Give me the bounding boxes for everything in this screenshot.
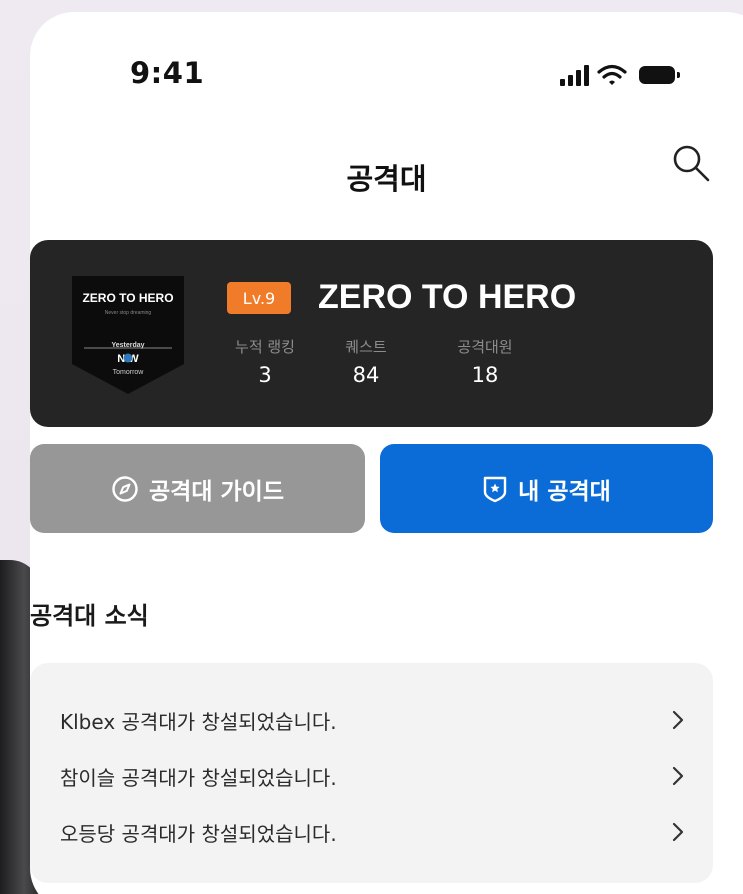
my-squad-label: 내 공격대 xyxy=(518,478,611,505)
emblem-line3: Tomorrow xyxy=(113,369,145,376)
emblem-title: ZERO TO HERO xyxy=(82,291,173,305)
page-title: 공격대 xyxy=(346,162,427,196)
stat-quest: 퀘스트 84 xyxy=(334,336,398,387)
chevron-right-icon xyxy=(672,766,684,786)
chevron-right-icon xyxy=(672,822,684,842)
stat-members: 공격대원 18 xyxy=(446,336,524,387)
level-badge: Lv.9 xyxy=(227,282,291,314)
wifi-icon xyxy=(597,64,627,85)
status-time: 9:41 xyxy=(130,56,205,90)
news-item-text: 참이슬 공격대가 창설되었습니다. xyxy=(60,765,337,790)
stat-ranking: 누적 랭킹 3 xyxy=(226,336,304,387)
news-item[interactable]: 오등당 공격대가 창설되었습니다. xyxy=(60,812,685,852)
stat-value: 84 xyxy=(352,363,380,387)
news-item-text: 오등당 공격대가 창설되었습니다. xyxy=(60,821,337,846)
squad-emblem: ZERO TO HERO Never stop dreaming Yesterd… xyxy=(72,276,184,394)
emblem-subtitle: Never stop dreaming xyxy=(105,310,152,316)
news-item[interactable]: Klbex 공격대가 창설되었습니다. xyxy=(60,700,685,740)
squad-guide-label: 공격대 가이드 xyxy=(149,478,284,505)
stat-value: 18 xyxy=(471,363,499,387)
shield-star-icon xyxy=(483,476,507,502)
news-section-title: 공격대 소식 xyxy=(30,602,149,630)
news-item[interactable]: 참이슬 공격대가 창설되었습니다. xyxy=(60,756,685,796)
status-bar: 9:41 xyxy=(30,12,743,122)
status-icons xyxy=(560,64,680,86)
squad-guide-button[interactable]: 공격대 가이드 xyxy=(30,444,365,533)
chevron-right-icon xyxy=(672,710,684,730)
compass-icon xyxy=(112,475,138,502)
stat-label: 누적 랭킹 xyxy=(235,338,295,356)
signal-icon xyxy=(560,64,589,86)
squad-name: ZERO TO HERO xyxy=(318,278,577,316)
news-item-text: Klbex 공격대가 창설되었습니다. xyxy=(60,709,337,734)
stat-label: 공격대원 xyxy=(457,338,513,356)
stat-value: 3 xyxy=(258,363,272,387)
emblem-line1: Yesterday xyxy=(111,342,144,349)
battery-icon xyxy=(639,66,680,84)
search-icon[interactable] xyxy=(670,142,710,182)
my-squad-button[interactable]: 내 공격대 xyxy=(380,444,713,533)
stat-label: 퀘스트 xyxy=(345,338,387,356)
